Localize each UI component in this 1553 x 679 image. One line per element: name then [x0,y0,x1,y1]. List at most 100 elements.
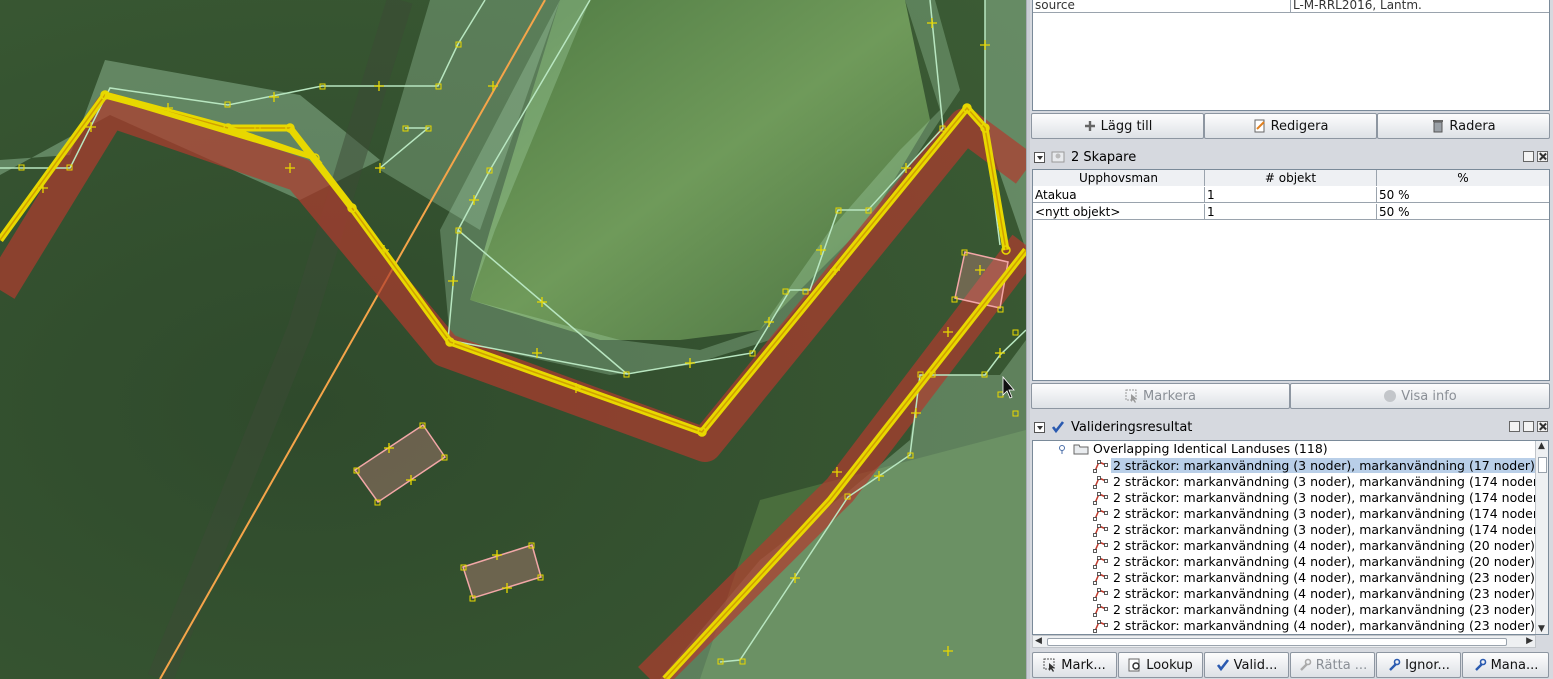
delete-tag-button[interactable]: Radera [1377,113,1550,139]
way-icon [1093,540,1108,553]
authors-icon [1051,151,1065,163]
column-header-author[interactable]: Upphovsman [1033,170,1205,186]
edit-tag-button[interactable]: Redigera [1204,113,1377,139]
tag-key[interactable]: source [1033,0,1291,13]
select-icon [1043,658,1056,672]
scroll-down-icon[interactable]: ▼ [1538,624,1545,634]
way-icon [1093,620,1108,633]
table-row[interactable]: Atakua 1 50 % [1033,187,1549,203]
author-count: 1 [1205,204,1377,220]
checkmark-icon [1051,421,1065,434]
author-percent: 50 % [1379,205,1410,219]
wrench-icon [1299,658,1312,671]
pin-icon[interactable] [1523,421,1534,432]
column-header-count[interactable]: # objekt [1205,170,1377,186]
list-item-label: 2 sträckor: markanvändning (3 noder), ma… [1111,458,1537,473]
fix-button[interactable]: Rätta ... [1290,652,1375,678]
list-item-label: 2 sträckor: markanvändning (4 noder), ma… [1113,602,1535,617]
edit-icon [1254,119,1265,133]
list-item[interactable]: 2 sträckor: markanvändning (4 noder), ma… [1093,586,1537,602]
add-tag-label: Lägg till [1100,118,1153,134]
author-count: 1 [1205,187,1377,203]
validation-select-button[interactable]: Mark... [1032,652,1117,678]
scroll-thumb[interactable] [1538,457,1547,473]
horizontal-scrollbar[interactable]: ◀ ▶ [1032,635,1536,648]
table-row[interactable]: <nytt objekt> 1 50 % [1033,204,1549,220]
way-icon [1093,524,1108,537]
settings-icon[interactable] [1509,421,1520,432]
way-icon [1093,588,1108,601]
lookup-button[interactable]: Lookup [1118,652,1203,678]
show-info-button[interactable]: Visa info [1290,383,1550,409]
list-item-label: 2 sträckor: markanvändning (3 noder), ma… [1113,522,1543,537]
close-icon[interactable] [1537,151,1548,162]
list-item-label: 2 sträckor: markanvändning (3 noder), ma… [1113,490,1543,505]
list-item[interactable]: 2 sträckor: markanvändning (4 noder), ma… [1093,602,1537,618]
list-item[interactable]: 2 sträckor: markanvändning (4 noder), ma… [1093,554,1537,570]
validation-select-label: Mark... [1061,657,1106,673]
way-icon [1093,572,1108,585]
list-item[interactable]: 2 sträckor: markanvändning (4 noder), ma… [1093,570,1537,586]
tree-group[interactable]: Overlapping Identical Landuses (118) [1053,441,1330,457]
tags-button-bar: Lägg till Redigera Radera [1031,113,1550,139]
authors-panel-header[interactable]: 2 Skapare [1030,147,1552,167]
list-item[interactable]: 2 sträckor: markanvändning (4 noder), ma… [1093,618,1537,634]
ignore-label: Ignor... [1405,657,1450,673]
column-header-percent[interactable]: % [1377,170,1549,186]
author-name: Atakua [1033,187,1205,203]
list-item-label: 2 sträckor: markanvändning (3 noder), ma… [1113,474,1543,489]
validation-button-bar: Mark... Lookup Valid... Rätta ... Ignor.… [1032,652,1550,678]
show-info-label: Visa info [1401,388,1457,404]
tree-group-label: Overlapping Identical Landuses (118) [1093,441,1328,456]
validation-panel-title: Valideringsresultat [1071,419,1193,435]
list-item-label: 2 sträckor: markanvändning (4 noder), ma… [1113,586,1535,601]
collapse-icon[interactable] [1034,421,1045,433]
list-item[interactable]: 2 sträckor: markanvändning (3 noder), ma… [1093,474,1545,490]
trash-icon [1433,120,1444,133]
edit-tag-label: Redigera [1270,118,1329,134]
map-canvas[interactable] [0,0,1026,679]
list-item[interactable]: 2 sträckor: markanvändning (3 noder), ma… [1093,506,1545,522]
author-name: <nytt objekt> [1033,204,1205,220]
select-authors-button[interactable]: Markera [1031,383,1290,409]
list-item[interactable]: 2 sträckor: markanvändning (3 noder), ma… [1093,522,1545,538]
list-item[interactable]: 2 sträckor: markanvändning (3 noder), ma… [1093,490,1545,506]
manage-button[interactable]: Mana... [1462,652,1549,678]
way-icon [1093,476,1108,489]
validate-button[interactable]: Valid... [1204,652,1289,678]
scroll-up-icon[interactable]: ▲ [1538,441,1545,451]
list-item-label: 2 sträckor: markanvändning (4 noder), ma… [1113,554,1535,569]
collapse-icon[interactable] [1034,151,1045,163]
manage-label: Mana... [1490,657,1539,673]
ignore-button[interactable]: Ignor... [1376,652,1461,678]
tag-value[interactable]: L-M-RRL2016, Lantm. [1291,0,1549,13]
way-icon [1093,556,1108,569]
author-percent: 50 % [1379,188,1410,202]
way-icon [1093,508,1108,521]
list-item[interactable]: 2 sträckor: markanvändning (4 noder), ma… [1093,538,1537,554]
window-controls [1523,151,1548,162]
authors-button-bar: Markera Visa info [1031,383,1550,409]
tags-table: source L-M-RRL2016, Lantm. [1032,0,1550,111]
scroll-thumb[interactable] [1047,638,1507,646]
list-item-label: 2 sträckor: markanvändning (3 noder), ma… [1113,506,1543,521]
scroll-right-icon[interactable]: ▶ [1526,636,1533,646]
lookup-label: Lookup [1146,657,1193,673]
tree-handle-icon [1059,445,1065,454]
scroll-left-icon[interactable]: ◀ [1035,636,1042,646]
fix-label: Rätta ... [1315,657,1368,673]
list-item[interactable]: 2 sträckor: markanvändning (3 noder), ma… [1093,458,1537,474]
add-tag-button[interactable]: Lägg till [1031,113,1204,139]
delete-tag-label: Radera [1449,118,1496,134]
tags-row[interactable]: source L-M-RRL2016, Lantm. [1033,0,1549,13]
close-icon[interactable] [1537,421,1548,432]
pin-icon[interactable] [1523,151,1534,162]
lookup-icon [1128,658,1140,672]
vertical-scrollbar[interactable]: ▲ ▼ [1535,441,1548,634]
info-icon [1384,390,1397,402]
authors-table: Upphovsman # objekt % Atakua 1 50 % <nyt… [1032,169,1550,381]
validation-tree[interactable]: Overlapping Identical Landuses (118) 2 s… [1032,440,1549,635]
map-view[interactable] [0,0,1026,679]
list-item-label: 2 sträckor: markanvändning (4 noder), ma… [1113,618,1535,633]
validation-panel-header[interactable]: Valideringsresultat [1030,417,1552,437]
